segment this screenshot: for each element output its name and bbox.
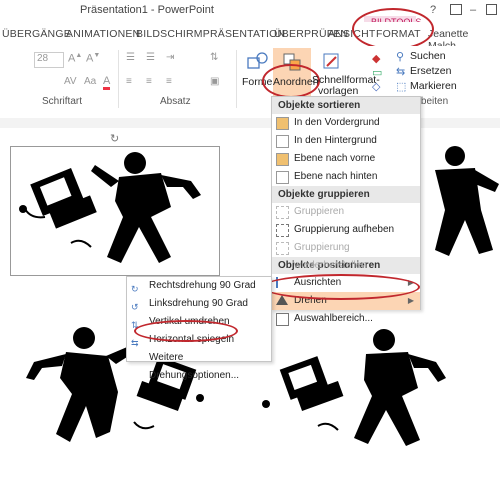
markieren-button[interactable]: Markieren	[410, 80, 457, 92]
help-icon[interactable]: ?	[430, 4, 436, 16]
runner-computer-clipart	[19, 152, 201, 263]
font-size-value: 28	[37, 53, 49, 64]
highlight-drehen	[262, 274, 420, 300]
menu-item-label: Auswahlbereich...	[294, 313, 373, 324]
change-case-icon[interactable]: Aa	[84, 76, 96, 87]
outline-icon[interactable]: ▭	[372, 66, 382, 79]
align-left-icon[interactable]: ≡	[126, 76, 132, 87]
menu-item-auswahlbereich[interactable]: Auswahlbereich...	[272, 310, 420, 328]
menu-item-rechtsdrehung[interactable]: ↻ Rechtsdrehung 90 Grad	[127, 277, 271, 295]
menu-item-gruppieren[interactable]: Gruppieren	[272, 203, 420, 221]
menu-item-label: In den Vordergrund	[294, 117, 380, 128]
ruler-strip	[0, 118, 500, 128]
bring-forward-icon	[276, 153, 289, 166]
indent-icon[interactable]: ⇥	[166, 52, 174, 63]
window-title: Präsentation1 - PowerPoint	[80, 4, 214, 16]
group-icon	[276, 206, 289, 219]
rotate-submenu: ↻ Rechtsdrehung 90 Grad ↺ Linksdrehung 9…	[126, 276, 272, 381]
runner-computer-clipart-bottom	[262, 329, 446, 446]
text-direction-icon[interactable]: ⇅	[210, 52, 218, 63]
numbering-icon[interactable]: ☰	[146, 52, 155, 63]
rotate-left-icon: ↺	[131, 302, 139, 312]
menu-item-label: Ebene nach vorne	[294, 153, 376, 164]
ribbon-options-icon[interactable]	[450, 4, 462, 15]
menu-item-label: Rechtsdrehung 90 Grad	[149, 280, 256, 291]
fill-icon[interactable]: ◆	[372, 52, 380, 65]
group-absatz: Absatz	[160, 96, 191, 107]
bullets-icon[interactable]: ☰	[126, 52, 135, 63]
suchen-button[interactable]: Suchen	[410, 50, 446, 62]
menu-item-label: Weitere Drehungsoptionen...	[149, 352, 240, 381]
regroup-icon	[276, 242, 289, 255]
menu-item-label: Gruppierung aufheben	[294, 224, 395, 235]
quick-styles-icon[interactable]	[322, 52, 342, 75]
align-right-icon[interactable]: ≡	[166, 76, 172, 87]
char-spacing-icon[interactable]: AV	[64, 76, 77, 87]
shrink-font-icon[interactable]: A▼	[86, 52, 100, 65]
send-backward-icon	[276, 171, 289, 184]
group-schriftart: Schriftart	[42, 96, 83, 107]
menu-item-label: Gruppierung wiederherstellen	[294, 242, 367, 271]
menu-item-ebene-nach-hinten[interactable]: Ebene nach hinten	[272, 168, 420, 186]
menu-item-in-den-vordergrund[interactable]: In den Vordergrund	[272, 114, 420, 132]
menu-item-linksdrehung[interactable]: ↺ Linksdrehung 90 Grad	[127, 295, 271, 313]
select-icon[interactable]: ⬚	[396, 80, 406, 93]
tab-bildschirmpraesentation[interactable]: BILDSCHIRMPRÄSENTATION	[136, 28, 285, 40]
menu-item-gruppierung-aufheben[interactable]: Gruppierung aufheben	[272, 221, 420, 239]
menu-header-sortieren: Objekte sortieren	[272, 97, 420, 114]
tab-animationen[interactable]: ANIMATIONEN	[66, 28, 140, 40]
menu-item-in-den-hintergrund[interactable]: In den Hintergrund	[272, 132, 420, 150]
menu-item-label: In den Hintergrund	[294, 135, 377, 146]
menu-item-label: Gruppieren	[294, 206, 345, 217]
maximize-icon[interactable]	[486, 4, 497, 15]
highlight-horizontal-spiegeln	[134, 320, 238, 342]
menu-item-ebene-nach-vorne[interactable]: Ebene nach vorne	[272, 150, 420, 168]
ribbon-separator	[236, 50, 237, 108]
selected-clipart[interactable]	[10, 146, 220, 276]
rotate-right-icon: ↻	[131, 284, 139, 294]
effects-icon[interactable]: ◇	[372, 80, 380, 93]
menu-header-gruppieren: Objekte gruppieren	[272, 186, 420, 203]
selection-pane-icon	[276, 313, 289, 326]
submenu-arrow-icon: ▶	[407, 296, 414, 305]
tab-uebergaenge[interactable]: ÜBERGÄNGE	[2, 28, 71, 40]
runner-clipart-right	[435, 146, 499, 256]
rotation-handle[interactable]: ↻	[110, 132, 119, 145]
replace-icon[interactable]: ⇆	[396, 65, 405, 78]
send-to-back-icon	[276, 135, 289, 148]
ribbon-separator	[118, 50, 119, 108]
menu-item-gruppierung-wiederherstellen[interactable]: Gruppierung wiederherstellen	[272, 239, 420, 271]
search-icon[interactable]: ⚲	[396, 50, 404, 63]
shapes-icon[interactable]	[247, 52, 269, 70]
menu-item-weitere-drehungsoptionen[interactable]: Weitere Drehungsoptionen...	[127, 349, 271, 381]
minimize-icon[interactable]: –	[470, 4, 476, 16]
grow-font-icon[interactable]: A▲	[68, 52, 82, 65]
menu-item-label: Linksdrehung 90 Grad	[149, 298, 248, 309]
ungroup-icon	[276, 224, 289, 237]
bring-to-front-icon	[276, 117, 289, 130]
smartart-icon[interactable]: ▣	[210, 76, 219, 87]
ersetzen-button[interactable]: Ersetzen	[410, 65, 451, 77]
highlight-bildtools	[352, 8, 434, 50]
align-center-icon[interactable]: ≡	[146, 76, 152, 87]
font-color-icon[interactable]: A	[103, 75, 111, 90]
menu-item-label: Ebene nach hinten	[294, 171, 378, 182]
font-size-field[interactable]: 28	[34, 52, 64, 68]
